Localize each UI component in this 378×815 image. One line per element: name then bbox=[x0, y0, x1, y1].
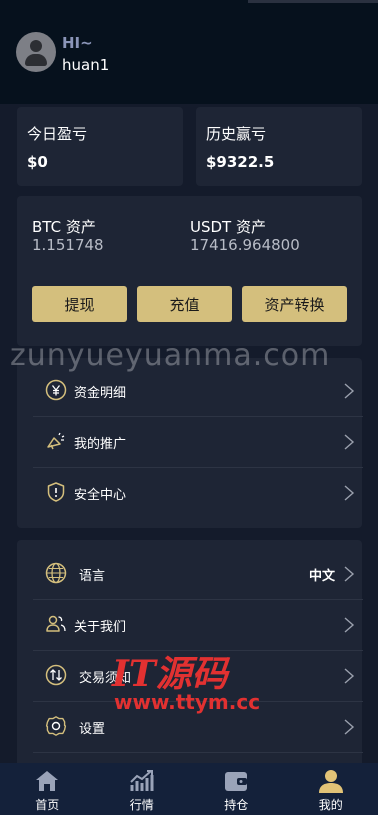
settings-label: 设置 bbox=[79, 722, 106, 737]
chevron-right-icon bbox=[344, 668, 355, 684]
fund-details-label: 资金明细 bbox=[74, 386, 127, 401]
user-icon bbox=[318, 770, 343, 793]
chevron-right-icon bbox=[344, 434, 355, 450]
history-pnl-value: $9322.5 bbox=[206, 153, 275, 171]
history-pnl-label: 历史赢亏 bbox=[206, 125, 267, 143]
usdt-asset-label: USDT 资产 bbox=[190, 218, 266, 236]
btc-asset-value: 1.151748 bbox=[32, 236, 104, 254]
tab-positions[interactable]: 持仓 bbox=[189, 763, 284, 815]
avatar[interactable] bbox=[16, 32, 56, 72]
menu-item-my-promotion[interactable]: 我的推广 bbox=[33, 417, 363, 468]
avatar-body bbox=[25, 54, 47, 66]
menu-item-about-us[interactable]: 关于我们 bbox=[33, 600, 363, 651]
home-icon bbox=[36, 771, 59, 791]
tab-mine-label: 我的 bbox=[318, 798, 343, 812]
account-menu: 资金明细 我的推广 安全中心 bbox=[17, 358, 363, 528]
language-label: 语言 bbox=[79, 569, 106, 584]
today-pnl-card: 今日盈亏 $0 bbox=[17, 107, 183, 186]
megaphone-icon bbox=[47, 432, 65, 450]
chevron-right-icon bbox=[344, 566, 355, 582]
tab-market-label: 行情 bbox=[129, 798, 154, 812]
users-icon bbox=[46, 615, 66, 632]
menu-item-language[interactable]: 语言 中文 bbox=[33, 549, 363, 600]
history-pnl-card: 历史赢亏 $9322.5 bbox=[196, 107, 362, 186]
watermark-text: zunyueyuanma.com bbox=[10, 338, 331, 373]
avatar-head bbox=[30, 40, 42, 52]
menu-item-fund-details[interactable]: 资金明细 bbox=[33, 366, 363, 417]
chevron-right-icon bbox=[344, 485, 355, 501]
language-value: 中文 bbox=[308, 569, 335, 584]
bottom-tab-bar: 首页 行情 持仓 我的 bbox=[0, 763, 378, 815]
overlay-url: www.ttym.cc bbox=[114, 690, 261, 714]
deposit-button[interactable]: 充值 bbox=[137, 286, 232, 322]
exchange-icon bbox=[45, 664, 67, 686]
menu-item-security-center[interactable]: 安全中心 bbox=[33, 468, 363, 519]
username: huan1 bbox=[62, 56, 110, 74]
withdraw-button[interactable]: 提现 bbox=[32, 286, 127, 322]
chevron-right-icon bbox=[344, 719, 355, 735]
security-center-label: 安全中心 bbox=[74, 488, 127, 503]
today-pnl-value: $0 bbox=[27, 153, 48, 171]
chart-icon bbox=[130, 770, 154, 791]
yen-circle-icon bbox=[45, 379, 67, 401]
btc-asset-label: BTC 资产 bbox=[32, 218, 96, 236]
my-promotion-label: 我的推广 bbox=[74, 437, 127, 452]
chevron-right-icon bbox=[344, 617, 355, 633]
chevron-right-icon bbox=[344, 383, 355, 399]
wallet-icon bbox=[225, 772, 248, 791]
profile-header: HI~ huan1 bbox=[0, 0, 378, 104]
gear-icon bbox=[45, 716, 67, 736]
today-pnl-label: 今日盈亏 bbox=[27, 125, 88, 143]
tab-mine[interactable]: 我的 bbox=[284, 763, 378, 815]
tab-home[interactable]: 首页 bbox=[0, 763, 95, 815]
top-strip bbox=[248, 0, 378, 3]
tab-market[interactable]: 行情 bbox=[95, 763, 190, 815]
tab-positions-label: 持仓 bbox=[224, 798, 249, 812]
transfer-button[interactable]: 资产转换 bbox=[242, 286, 347, 322]
globe-icon bbox=[45, 562, 67, 584]
greeting: HI~ bbox=[62, 34, 93, 52]
tab-home-label: 首页 bbox=[35, 798, 60, 812]
usdt-asset-value: 17416.964800 bbox=[190, 236, 300, 254]
about-us-label: 关于我们 bbox=[74, 620, 127, 635]
assets-card: BTC 资产 1.151748 USDT 资产 17416.964800 提现 … bbox=[17, 196, 362, 346]
shield-icon bbox=[47, 482, 65, 502]
